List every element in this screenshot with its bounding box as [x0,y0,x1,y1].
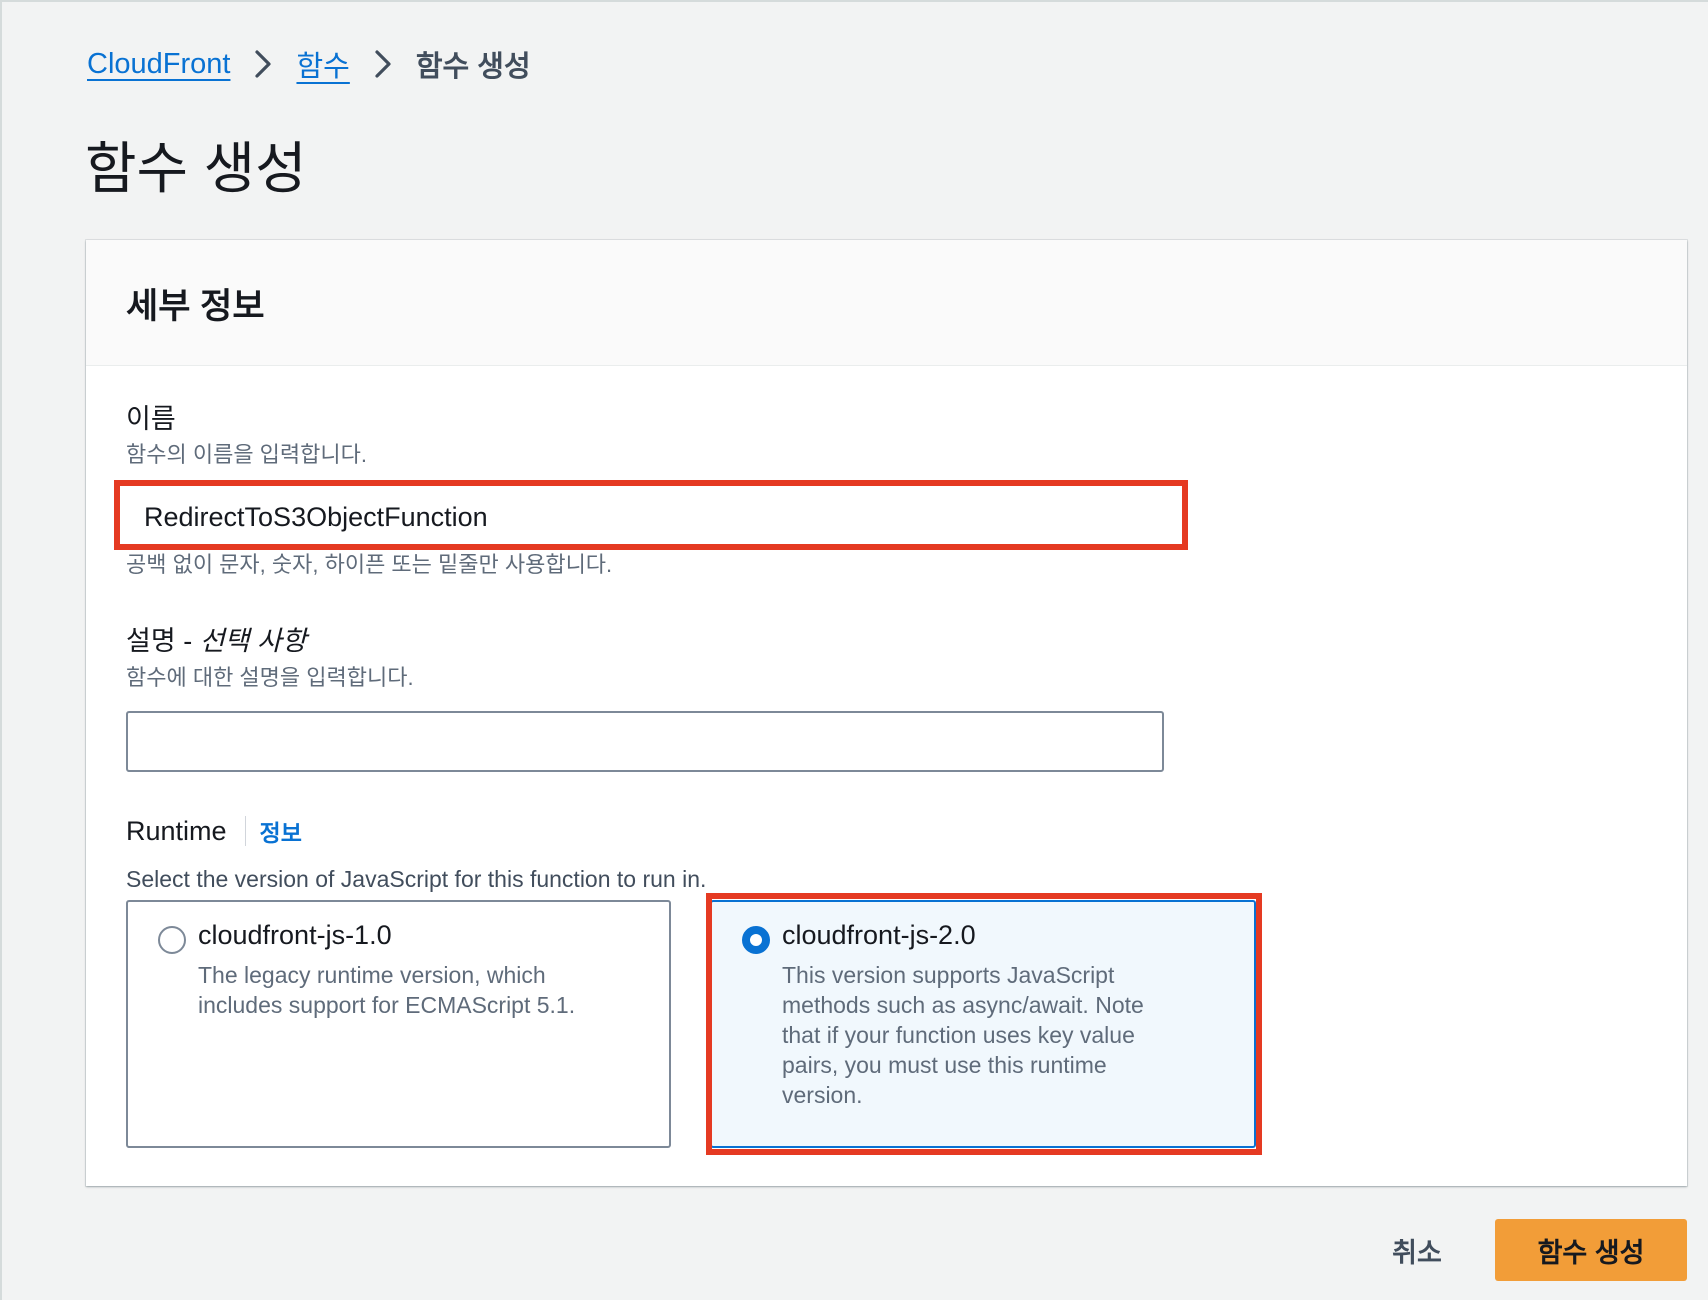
create-function-button[interactable]: 함수 생성 [1495,1219,1687,1281]
function-name-input[interactable] [126,490,1184,544]
chevron-right-icon [230,46,296,82]
runtime-option-description: The legacy runtime version, which includ… [198,962,576,1018]
breadcrumb-functions-link[interactable]: 함수 [296,43,349,85]
radio-button[interactable] [158,926,186,954]
name-field-label: 이름 [126,404,176,434]
runtime-option-js-1-0[interactable]: cloudfront-js-1.0 The legacy runtime ver… [126,900,671,1148]
panel-header: 세부 정보 [86,240,1687,366]
runtime-option-title: cloudfront-js-2.0 [782,920,976,950]
breadcrumb-cloudfront-link[interactable]: CloudFront [87,48,230,81]
name-field-constraint: 공백 없이 문자, 숫자, 하이픈 또는 밑줄만 사용합니다. [126,552,613,577]
runtime-info-link[interactable]: 정보 [260,814,302,848]
runtime-label-row: Runtime 정보 [126,813,302,849]
name-field-description: 함수의 이름을 입력합니다. [126,442,367,467]
breadcrumb-current: 함수 생성 [415,51,531,83]
description-label-text: 설명 [126,626,176,656]
description-field-description: 함수에 대한 설명을 입력합니다. [126,665,414,690]
cancel-button[interactable]: 취소 [1372,1220,1462,1280]
details-panel: 세부 정보 이름 함수의 이름을 입력합니다. 공백 없이 문자, 숫자, 하이… [86,240,1687,1186]
runtime-label: Runtime [126,815,227,846]
runtime-option-js-2-0[interactable]: cloudfront-js-2.0 This version supports … [710,900,1256,1148]
page-title: 함수 생성 [85,137,307,200]
label-divider [244,816,246,846]
panel-title: 세부 정보 [126,287,265,326]
runtime-option-title: cloudfront-js-1.0 [198,920,392,950]
description-field-label: 설명 - 선택 사항 [126,624,307,658]
description-label-separator: - [175,626,200,656]
optional-label: 선택 사항 [199,626,307,656]
breadcrumb: CloudFront 함수 함수 생성 [87,43,531,85]
function-description-input[interactable] [126,711,1164,772]
runtime-option-description: This version supports JavaScript methods… [782,962,1144,1108]
runtime-description: Select the version of JavaScript for thi… [126,866,707,892]
radio-button-checked[interactable] [742,926,770,954]
chevron-right-icon [350,46,416,82]
